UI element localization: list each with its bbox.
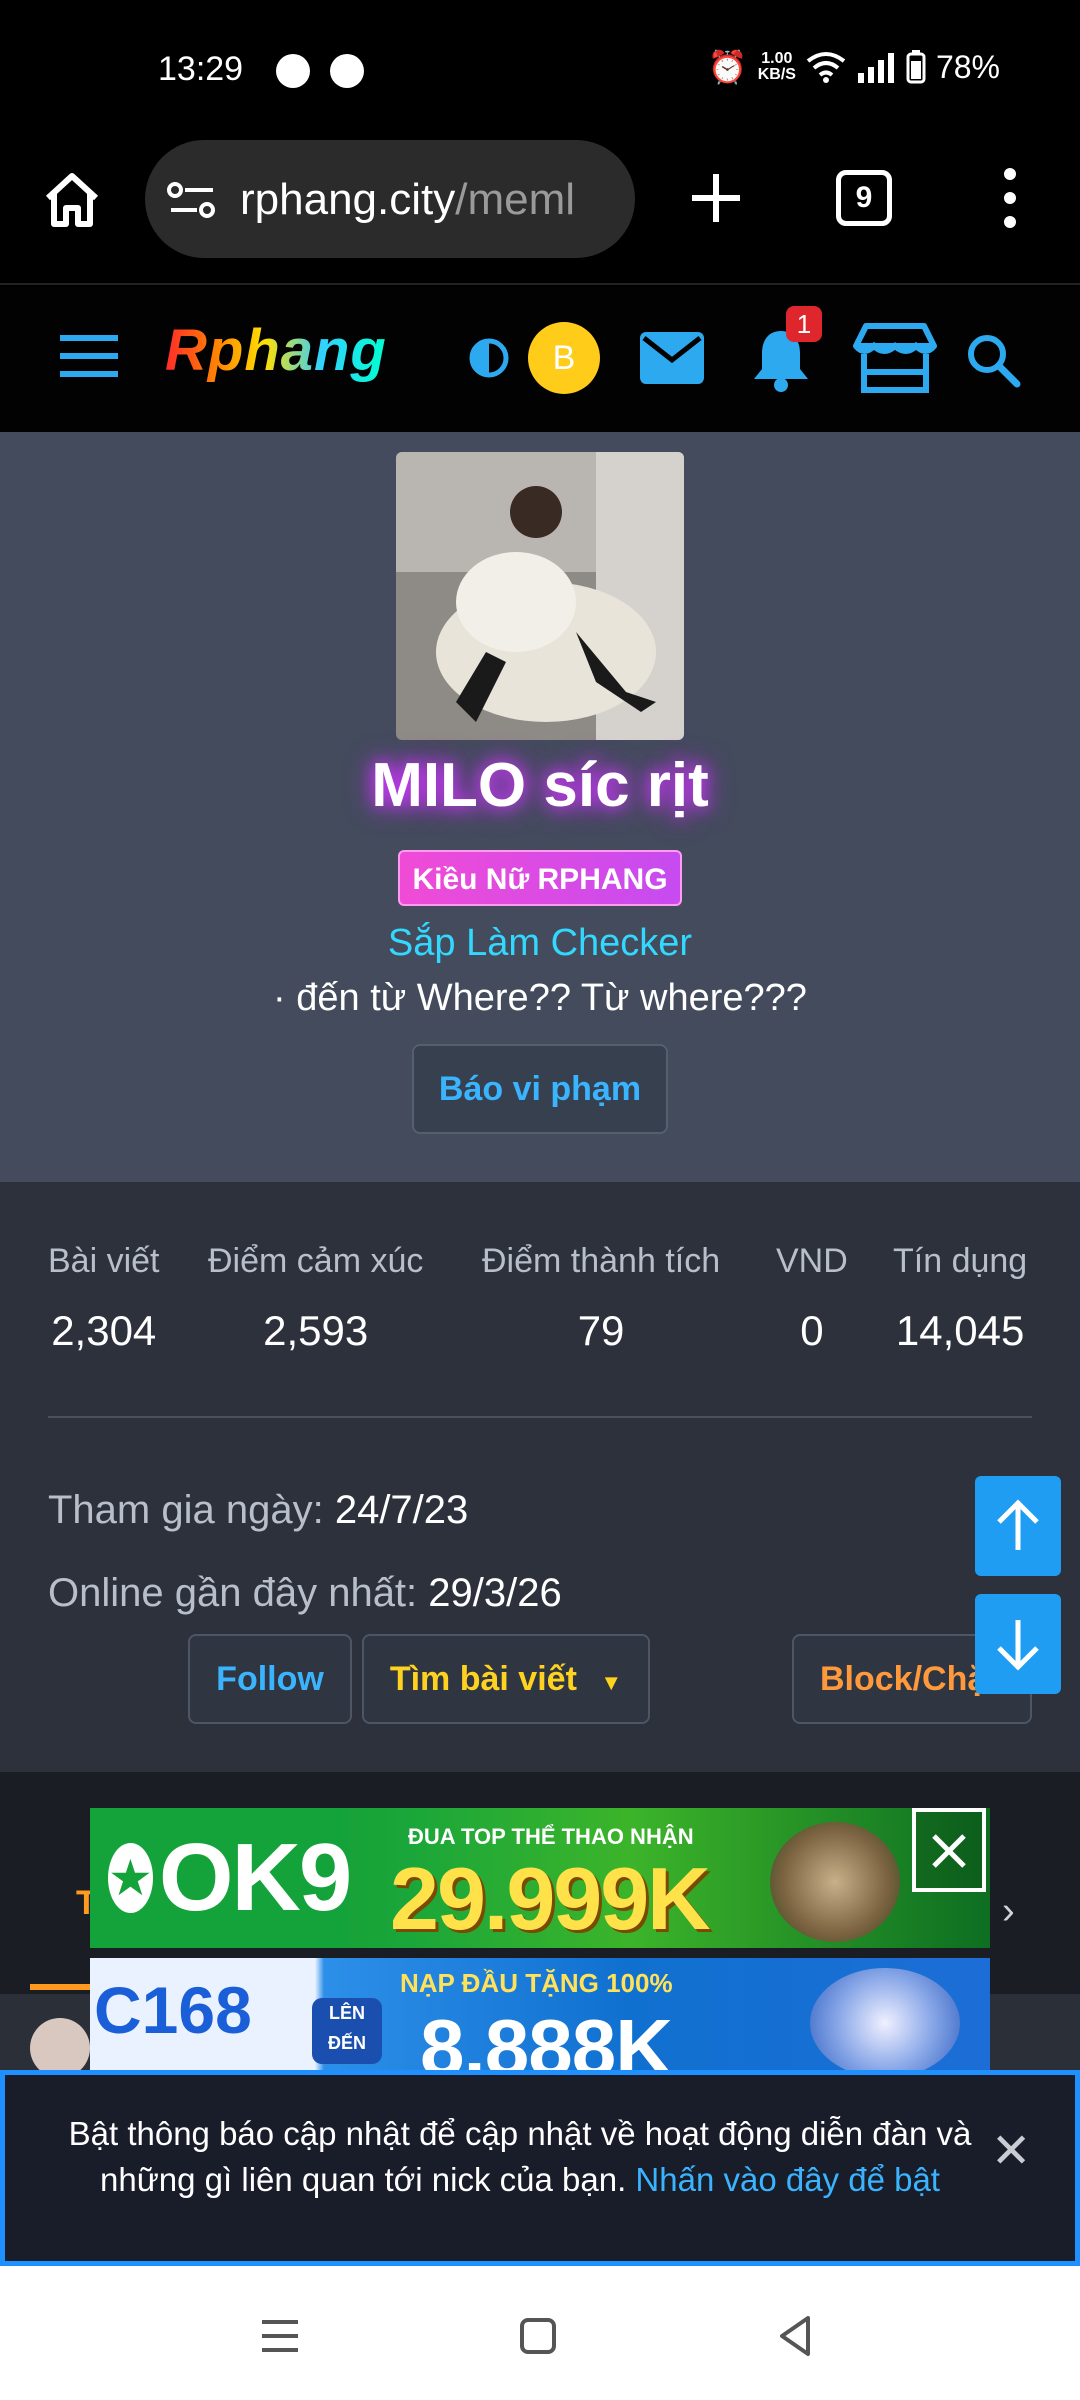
star-icon: ★ [108,1843,153,1913]
new-tab-icon[interactable] [686,168,746,228]
close-icon[interactable]: ✕ [991,2123,1031,2179]
ad-amount: 29.999K [390,1849,711,1948]
profile-username: MILO síc rịt [371,751,709,820]
status-indicators: ⏰ 1.00 KB/S 78% [708,48,1000,86]
notification-count-badge: 1 [786,306,822,342]
scroll-to-top-button[interactable] [975,1476,1061,1576]
battery-icon [906,50,926,84]
stadium-image [770,1822,900,1942]
tabs-scroll-right-icon[interactable]: › [1002,1890,1015,1933]
ad-banner-ok9[interactable]: ★ OK9 ĐUA TOP THỂ THAO NHẬN 29.999K [90,1808,990,1948]
status-bar: 13:29 ⏰ 1.00 KB/S 78% [0,0,1080,140]
stat-reactions[interactable]: Điểm cảm xúc 2,593 [208,1242,423,1355]
address-bar[interactable]: rphang.city/meml [145,140,635,258]
user-avatar[interactable]: B [528,322,600,394]
url-text[interactable]: rphang.city/meml [240,175,620,225]
stat-credit: Tín dụng 14,045 [893,1242,1028,1354]
arrow-up-icon [997,1499,1039,1550]
store-icon[interactable] [852,322,938,394]
scroll-to-bottom-button[interactable] [975,1594,1061,1694]
status-time: 13:29 [158,50,244,88]
ad-banner-c168[interactable]: C168 LÊN ĐẾN NẠP ĐẦU TẶNG 100% 8.888K [90,1958,990,2070]
site-header: Rphang B [0,287,1080,432]
hamburger-menu-icon[interactable] [60,335,118,377]
notification-text: Bật thông báo cập nhật để cập nhật về ho… [68,2115,972,2198]
stat-vnd: VND 0 [776,1242,848,1354]
soccer-icon [330,54,364,88]
site-settings-icon[interactable] [167,180,217,220]
recent-apps-icon[interactable] [250,2306,310,2366]
ad-logo: C168 [94,1973,252,2047]
search-icon[interactable] [965,332,1021,388]
caret-down-icon: ▼ [600,1670,623,1695]
ad-amount: 8.888K [420,2003,673,2070]
system-navigation-bar [0,2266,1080,2400]
ad-close-button[interactable] [912,1808,986,1892]
ad-chip: LÊN ĐẾN [312,1998,382,2064]
report-button[interactable]: Báo vi phạm [412,1044,668,1134]
rank-badge: Kiều Nữ RPHANG [398,850,682,906]
ad-logo: ★ OK9 [90,1808,352,1948]
stats-divider [48,1416,1032,1418]
tab-switcher-button[interactable]: 9 [836,170,892,226]
user-role: Sắp Làm Checker [387,922,693,964]
push-notification-prompt: Bật thông báo cập nhật để cập nhật về ho… [0,2070,1080,2266]
user-location: · đến từ Where?? Từ where??? [273,977,807,1019]
home-nav-icon[interactable] [508,2306,568,2366]
enable-notifications-link[interactable]: Nhấn vào đây để bật [635,2161,940,2198]
stat-achievements[interactable]: Điểm thành tích 79 [482,1242,720,1355]
battery-percent: 78% [935,48,1000,85]
profile-stats: Bài viết 2,304 Điểm cảm xúc 2,593 Điểm t… [0,1182,1080,1772]
close-icon [932,1834,966,1868]
ad-subtitle: ĐUA TOP THỂ THAO NHẬN [408,1824,694,1849]
theme-toggle-icon[interactable] [468,337,510,379]
joined-date: Tham gia ngày: 24/7/23 [48,1488,469,1532]
more-options-icon[interactable] [990,166,1030,230]
ad-subtitle: NẠP ĐẦU TẶNG 100% [400,1968,673,1998]
profile-avatar-image[interactable] [396,452,684,740]
back-icon[interactable] [766,2306,826,2366]
find-posts-button[interactable]: Tìm bài viết ▼ [362,1634,650,1724]
last-online: Online gần đây nhất: 29/3/26 [48,1571,562,1615]
signal-icon [857,53,894,83]
site-logo[interactable]: Rphang [165,317,387,384]
post-author-avatar[interactable] [30,2018,90,2078]
wifi-icon [806,52,846,83]
arrow-down-icon [997,1620,1039,1671]
stat-posts[interactable]: Bài viết 2,304 [48,1242,160,1355]
browser-toolbar: rphang.city/meml 9 [0,140,1080,285]
home-icon[interactable] [40,168,104,232]
rabbit-mascot-image [810,1968,960,2070]
mail-icon[interactable] [640,332,704,384]
follow-button[interactable]: Follow [188,1634,352,1724]
alarm-icon: ⏰ [707,49,748,85]
network-speed: 1.00 KB/S [757,50,796,83]
profile-header: MILO síc rịt Kiều Nữ RPHANG Sắp Làm Chec… [0,432,1080,1182]
soccer-icon [276,54,310,88]
